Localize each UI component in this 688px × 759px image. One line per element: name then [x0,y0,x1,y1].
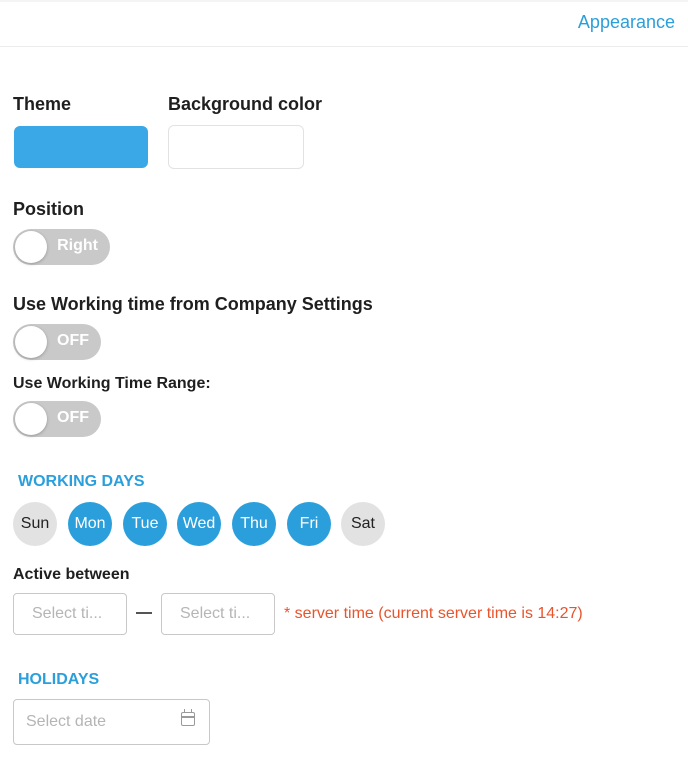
position-toggle-text: Right [57,237,98,254]
end-time-input[interactable]: Select ti... [161,593,275,635]
day-sun[interactable]: Sun [13,502,57,546]
toggle-knob [15,403,47,435]
start-time-input[interactable]: Select ti... [13,593,127,635]
day-tue[interactable]: Tue [123,502,167,546]
calendar-icon[interactable] [181,709,195,726]
position-label: Position [13,199,84,219]
holiday-date-input[interactable]: Select date [13,699,210,745]
working-days-title: WORKING DAYS [18,473,145,490]
day-mon[interactable]: Mon [68,502,112,546]
day-fri[interactable]: Fri [287,502,331,546]
working-time-range-label: Use Working Time Range: [13,375,211,392]
server-time-note: * server time (current server time is 14… [284,605,583,622]
position-toggle[interactable]: Right [13,229,110,265]
theme-color-swatch[interactable] [14,126,148,168]
toggle-knob [15,231,47,263]
day-sat[interactable]: Sat [341,502,385,546]
active-between-label: Active between [13,566,130,583]
background-color-swatch[interactable] [168,125,304,169]
day-wed[interactable]: Wed [177,502,221,546]
working-time-range-toggle[interactable]: OFF [13,401,101,437]
holiday-date-placeholder: Select date [26,713,107,730]
working-time-company-label: Use Working time from Company Settings [13,294,373,314]
toggle-knob [15,326,47,358]
working-time-range-toggle-text: OFF [57,409,89,426]
working-time-company-toggle-text: OFF [57,332,89,349]
tab-appearance[interactable]: Appearance [578,12,675,33]
range-dash [136,612,152,614]
top-divider [0,0,688,2]
working-time-company-toggle[interactable]: OFF [13,324,101,360]
background-color-label: Background color [168,94,323,114]
holidays-title: HOLIDAYS [18,671,100,688]
theme-label: Theme [13,94,72,114]
day-thu[interactable]: Thu [232,502,276,546]
top-bar: Appearance [0,0,688,47]
